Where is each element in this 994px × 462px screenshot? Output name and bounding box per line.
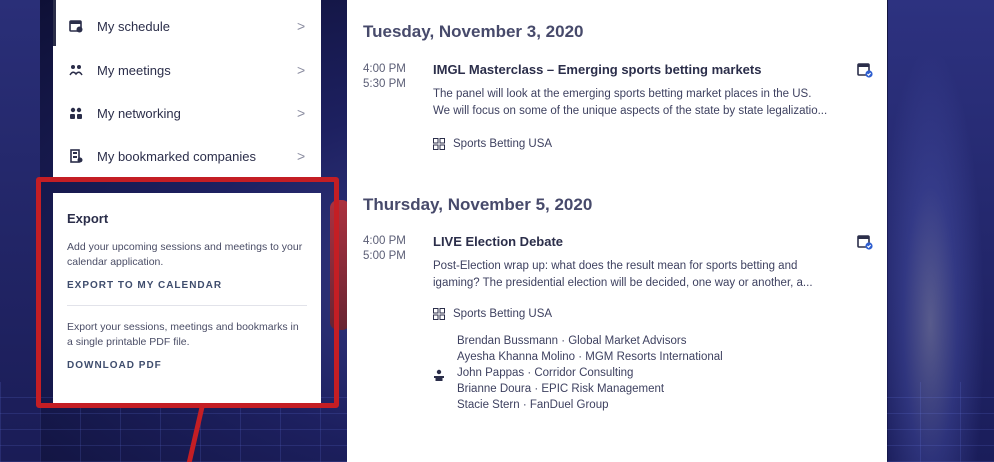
session-title[interactable]: LIVE Election Debate xyxy=(433,234,563,249)
session-start-time: 4:00 PM xyxy=(363,63,406,75)
session-track: Sports Betting USA xyxy=(433,308,552,320)
track-icon xyxy=(433,308,445,320)
calendar-added-icon[interactable] xyxy=(857,234,873,250)
session-description-line: Post-Election wrap up: what does the res… xyxy=(433,260,798,272)
speaker-item[interactable]: John Pappas · Corridor Consulting xyxy=(457,365,723,381)
session-start-time: 4:00 PM xyxy=(363,235,406,247)
sidebar-item-label: My bookmarked companies xyxy=(97,148,256,164)
session-description-line: The panel will look at the emerging spor… xyxy=(433,88,812,100)
sidebar-item-label: My schedule xyxy=(97,18,170,34)
export-panel: Export Add your upcoming sessions and me… xyxy=(53,193,321,403)
sidebar-menu: My schedule > My meetings > My networkin… xyxy=(53,0,321,178)
people-icon xyxy=(69,106,83,120)
sidebar-item-label: My networking xyxy=(97,105,181,121)
chevron-right-icon: > xyxy=(297,18,306,34)
sidebar-item-label: My meetings xyxy=(97,62,171,78)
download-pdf-link[interactable]: DOWNLOAD PDF xyxy=(67,360,307,371)
track-label: Sports Betting USA xyxy=(453,308,553,320)
session-description-line: igaming? The presidential election will … xyxy=(433,277,813,289)
sidebar-item-my-networking[interactable]: My networking > xyxy=(53,92,321,134)
session-track: Sports Betting USA xyxy=(433,138,552,150)
sidebar-item-my-bookmarked-companies[interactable]: My bookmarked companies > xyxy=(53,135,321,177)
chevron-right-icon: > xyxy=(297,105,306,121)
speaker-item[interactable]: Brianne Doura · EPIC Risk Management xyxy=(457,381,723,397)
session-card[interactable]: 4:00 PM 5:30 PM IMGL Masterclass – Emerg… xyxy=(363,62,873,162)
session-description: The panel will look at the emerging spor… xyxy=(433,86,863,120)
session-card[interactable]: 4:00 PM 5:00 PM LIVE Election Debate Pos… xyxy=(363,234,873,434)
meeting-icon xyxy=(69,63,83,77)
export-calendar-description: Add your upcoming sessions and meetings … xyxy=(67,241,303,268)
speaker-item[interactable]: Stacie Stern · FanDuel Group xyxy=(457,397,723,413)
sidebar-item-my-schedule[interactable]: My schedule > xyxy=(53,5,321,47)
session-end-time: 5:00 PM xyxy=(363,250,406,262)
session-title[interactable]: IMGL Masterclass – Emerging sports betti… xyxy=(433,62,761,77)
day-heading: Tuesday, November 3, 2020 xyxy=(363,22,584,41)
sidebar-item-my-meetings[interactable]: My meetings > xyxy=(53,49,321,91)
track-label: Sports Betting USA xyxy=(453,138,553,150)
calendar-added-icon[interactable] xyxy=(857,62,873,78)
export-to-calendar-link[interactable]: EXPORT TO MY CALENDAR xyxy=(67,280,307,291)
session-end-time: 5:30 PM xyxy=(363,78,406,90)
session-times: 4:00 PM 5:30 PM xyxy=(363,62,406,92)
speaker-item[interactable]: Ayesha Khanna Molino · MGM Resorts Inter… xyxy=(457,349,723,365)
export-pdf-description: Export your sessions, meetings and bookm… xyxy=(67,321,299,348)
calendar-icon xyxy=(69,19,83,33)
export-title: Export xyxy=(67,211,109,226)
session-times: 4:00 PM 5:00 PM xyxy=(363,234,406,264)
session-description: Post-Election wrap up: what does the res… xyxy=(433,258,863,292)
chevron-right-icon: > xyxy=(297,62,306,78)
speaker-list: Brendan Bussmann · Global Market Advisor… xyxy=(433,333,723,413)
session-description-line: We will focus on some of the unique aspe… xyxy=(433,105,828,117)
track-icon xyxy=(433,138,445,150)
day-heading: Thursday, November 5, 2020 xyxy=(363,195,593,214)
bookmark-company-icon xyxy=(69,149,83,163)
speaker-icon xyxy=(433,369,445,381)
chevron-right-icon: > xyxy=(297,148,306,164)
speaker-item[interactable]: Brendan Bussmann · Global Market Advisor… xyxy=(457,333,723,349)
schedule-panel: Tuesday, November 3, 2020 4:00 PM 5:30 P… xyxy=(347,0,887,462)
divider xyxy=(67,305,307,306)
